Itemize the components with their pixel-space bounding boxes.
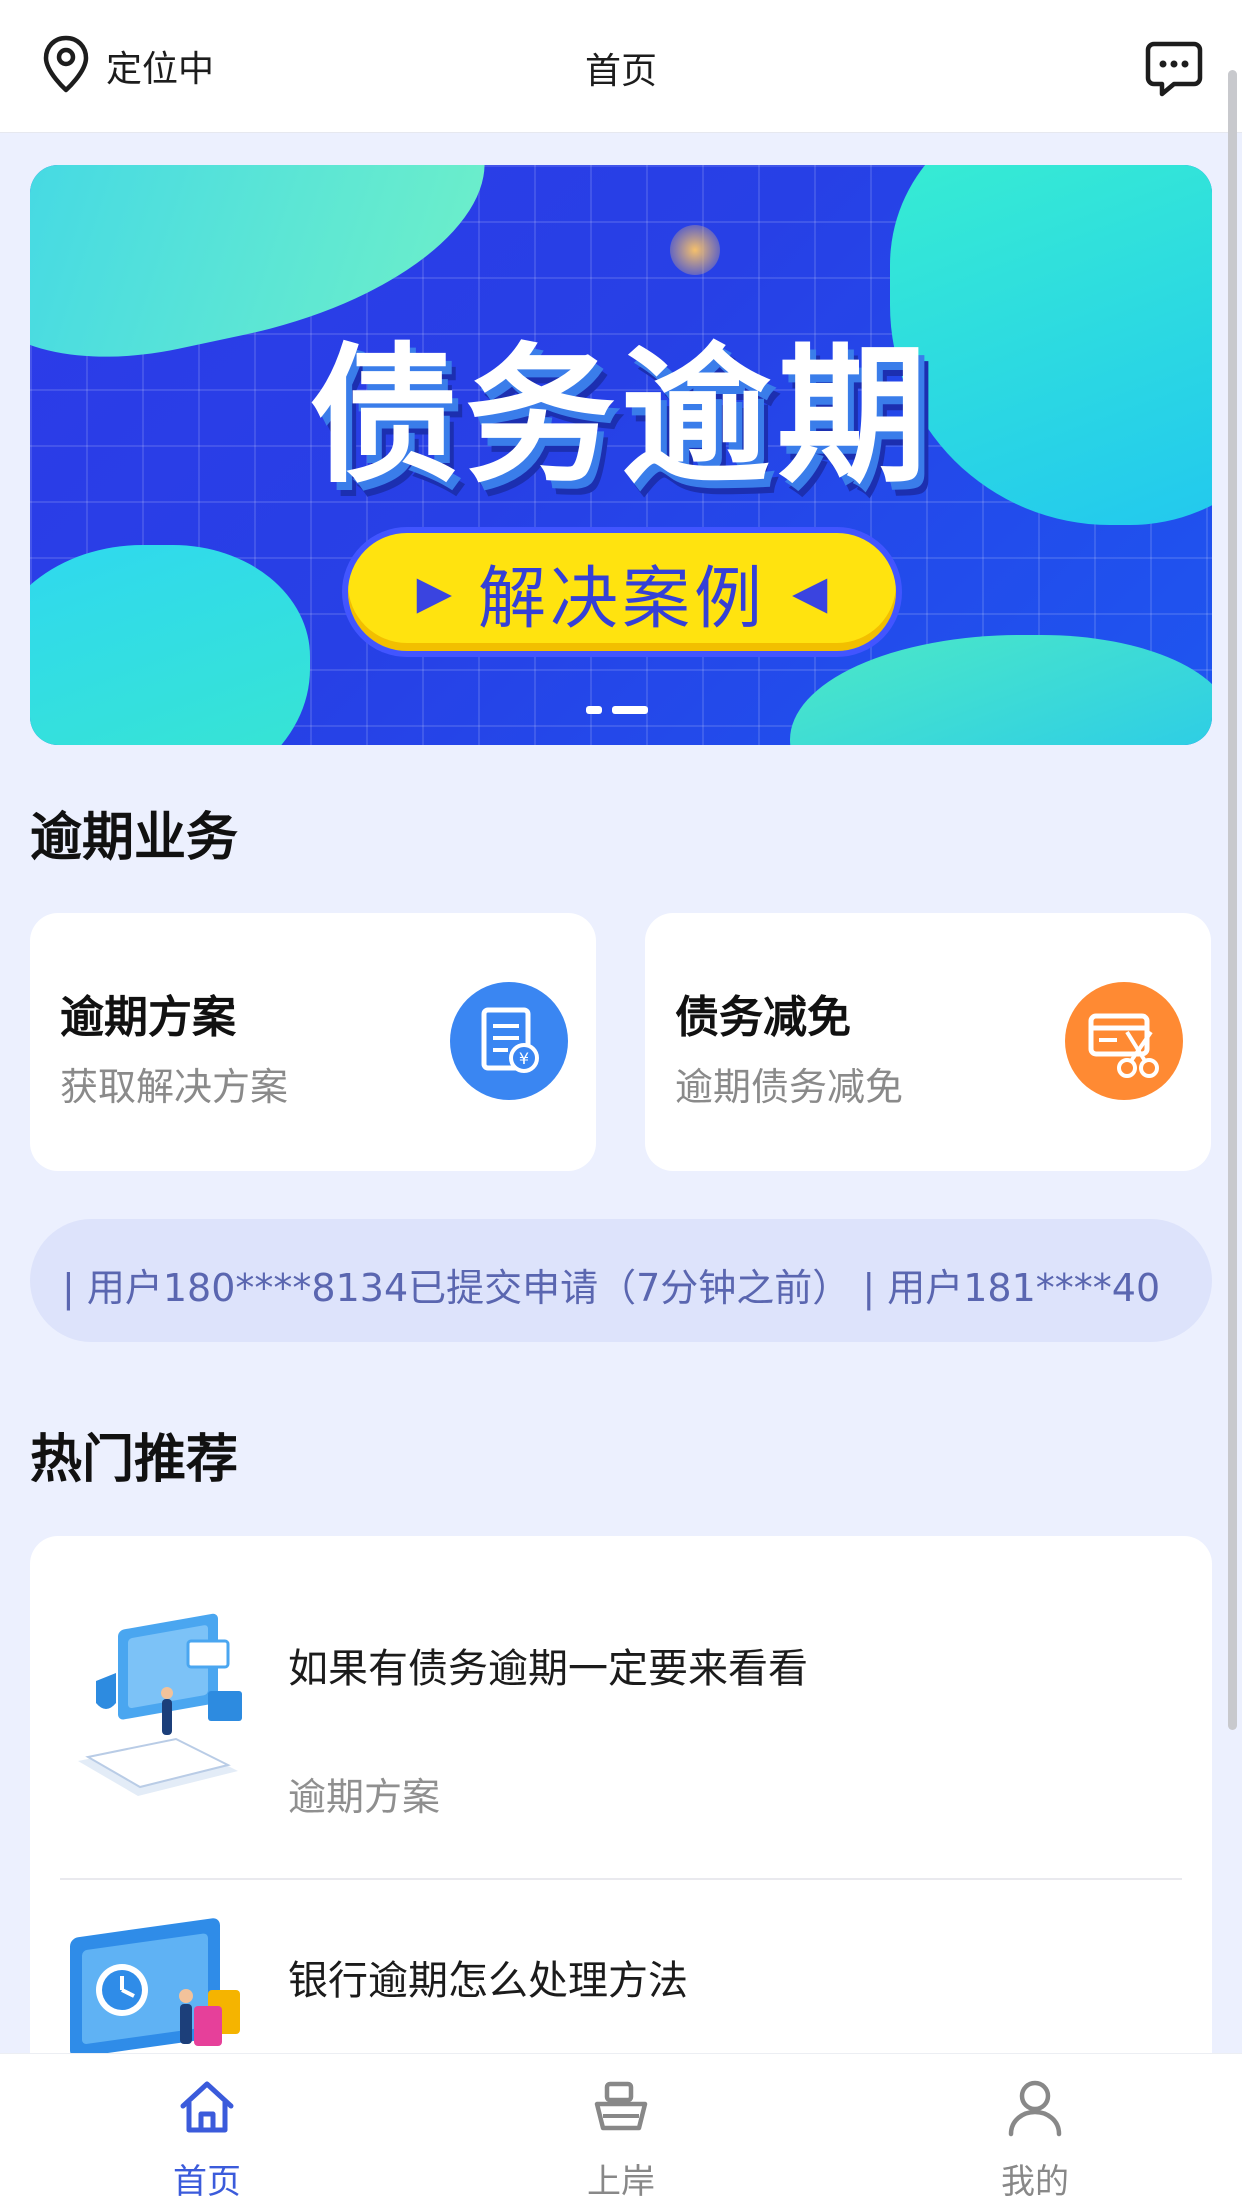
article-title: 如果有债务逾期一定要来看看 (288, 1646, 808, 1692)
home-icon (180, 2081, 234, 2133)
tab-mine[interactable]: 我的 (828, 2054, 1242, 2208)
article-tag: 逾期方案 (288, 1775, 441, 1819)
banner-button-label: 解决案例 (477, 559, 766, 639)
document-plan-icon: ¥ (450, 982, 568, 1100)
list-item[interactable]: 如果有债务逾期一定要来看看 逾期方案 (30, 1536, 1212, 1876)
boat-icon (594, 2081, 648, 2131)
card-subtitle: 逾期债务减免 (675, 1065, 904, 1109)
card-scissors-icon (1065, 982, 1183, 1100)
home-page: 定位中 首页 债务逾期 ▶ 解决案例 ◀ 逾期业务 逾期方案 获取解决方案 ¥ … (0, 0, 1242, 2208)
card-debt-relief[interactable]: 债务减免 逾期债务减免 (645, 913, 1211, 1171)
tab-label: 上岸 (587, 2162, 655, 2202)
tab-home[interactable]: 首页 (0, 2054, 414, 2208)
user-icon (1008, 2080, 1062, 2137)
promo-banner[interactable]: 债务逾期 ▶ 解决案例 ◀ (30, 165, 1212, 745)
scrollbar[interactable] (1228, 70, 1237, 1730)
card-title: 逾期方案 (60, 992, 236, 1043)
play-right-icon: ▶ (416, 565, 452, 619)
carousel-dot[interactable] (586, 706, 602, 714)
top-header: 定位中 首页 (0, 0, 1242, 133)
banner-headline: 债务逾期 (308, 330, 933, 504)
section-title-hot: 热门推荐 (30, 1430, 239, 1490)
tab-shore[interactable]: 上岸 (414, 2054, 828, 2208)
carousel-dot-active[interactable] (612, 706, 648, 714)
application-ticker: | 用户180****8134已提交申请（7分钟之前） | 用户181****4… (30, 1219, 1212, 1342)
banner-cases-button[interactable]: ▶ 解决案例 ◀ (342, 527, 902, 657)
card-title: 债务减免 (675, 992, 851, 1043)
chat-bubble-icon[interactable] (1144, 38, 1204, 98)
ticker-text: | 用户180****8134已提交申请（7分钟之前） | 用户181****4… (62, 1266, 1161, 1310)
svg-text:¥: ¥ (519, 1049, 529, 1068)
bottom-tab-bar: 首页 上岸 我的 (0, 2053, 1242, 2208)
carousel-indicator (586, 706, 648, 714)
security-laptop-illustration (78, 1613, 242, 1796)
card-subtitle: 获取解决方案 (60, 1065, 289, 1109)
tab-label: 我的 (1001, 2162, 1069, 2202)
play-left-icon: ◀ (792, 565, 828, 619)
tab-label: 首页 (173, 2162, 241, 2202)
banner-glow (670, 225, 720, 275)
card-overdue-plan[interactable]: 逾期方案 获取解决方案 ¥ (30, 913, 596, 1171)
article-title: 银行逾期怎么处理方法 (288, 1958, 688, 2004)
page-title: 首页 (584, 51, 657, 92)
section-title-overdue: 逾期业务 (30, 808, 239, 868)
